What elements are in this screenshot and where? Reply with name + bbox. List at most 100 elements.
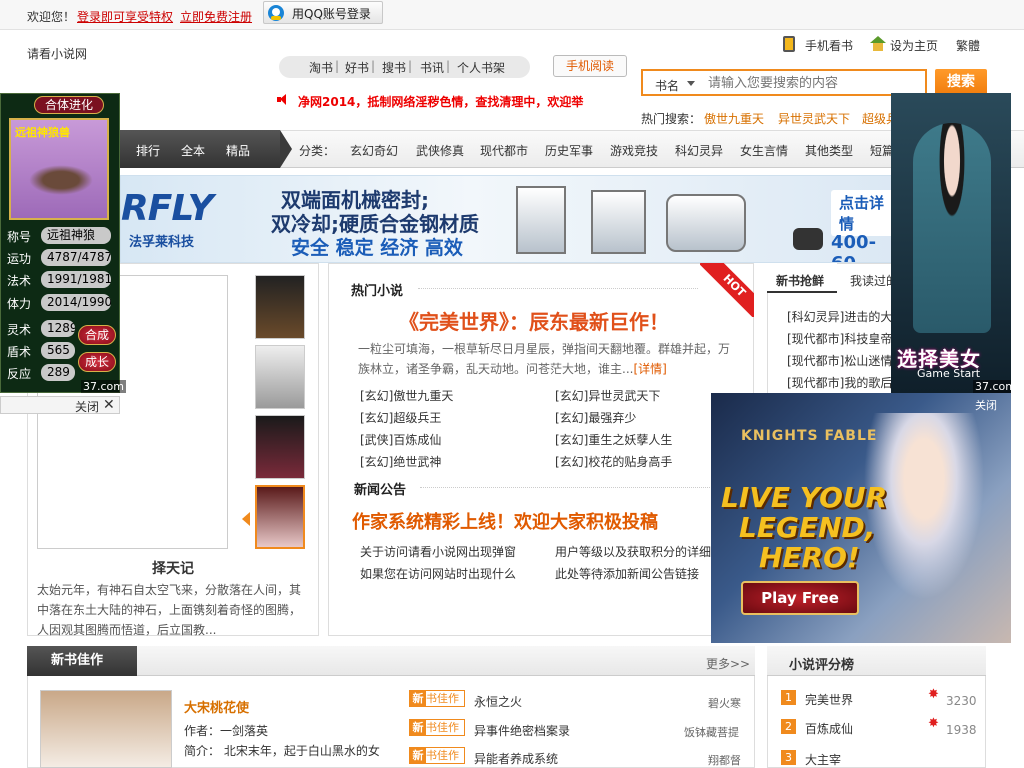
new-book-link[interactable]: [现代都市]科技皇帝 [787, 330, 895, 347]
quick-nav-soushu[interactable]: 搜书 [382, 59, 406, 76]
close-label[interactable]: 关闭 [75, 398, 99, 415]
stat-label: 法术 [7, 274, 32, 288]
qq-login-button[interactable]: 用QQ账号登录 [263, 1, 383, 24]
more-link[interactable]: 更多>> [706, 655, 750, 672]
stat-label: 盾术 [7, 345, 32, 359]
close-icon[interactable]: ✕ [103, 397, 115, 413]
new-book-cover[interactable] [40, 690, 172, 768]
book-thumbnail[interactable] [255, 345, 305, 409]
merge-button[interactable]: 合成 [78, 325, 116, 345]
pet-image: 远祖神狼兽 [9, 118, 109, 220]
hot-novel-link[interactable]: [玄幻]校花的贴身高手 [555, 453, 672, 470]
mobile-read-link[interactable]: 手机看书 [805, 37, 853, 54]
nav-ranking[interactable]: 排行 [136, 142, 160, 159]
stat-value: 1991/1981 [41, 271, 111, 288]
book-thumbnail[interactable] [255, 415, 305, 479]
hot-search-item[interactable]: 异世灵武天下 [778, 110, 850, 127]
nav-category[interactable]: 短篇 [870, 142, 892, 159]
rank-book-link[interactable]: 大主宰 [805, 751, 841, 768]
nav-category[interactable]: 女生言情 [740, 142, 788, 159]
quick-nav-taoshu[interactable]: 淘书 [309, 59, 333, 76]
grow-button[interactable]: 成长 [78, 352, 116, 372]
news-headline[interactable]: 作家系统精彩上线！欢迎大家积极投稿 [352, 508, 712, 534]
chevron-down-icon[interactable] [687, 81, 695, 86]
login-link[interactable]: 登录即可享受特权 [77, 8, 173, 25]
hot-headline[interactable]: 《完美世界》：辰东最新巨作！ [399, 306, 669, 335]
search-button[interactable]: 搜索 [935, 69, 987, 96]
nav-category[interactable]: 科幻灵异 [675, 142, 723, 159]
tab-new-books[interactable]: 新书抢鲜 [776, 272, 824, 289]
hot-search: 热门搜索： [641, 110, 701, 127]
stat-value: 4787/4787 [41, 249, 111, 266]
hot-novel-link[interactable]: [玄幻]重生之妖孽人生 [555, 431, 672, 448]
register-link[interactable]: 立即免费注册 [180, 8, 252, 25]
traditional-chinese-link[interactable]: 繁體 [956, 37, 980, 54]
nav-premium[interactable]: 精品 [226, 142, 250, 159]
news-link[interactable]: 如果您在访问网站时出现什么 [360, 565, 516, 582]
mobile-read-button[interactable]: 手机阅读 [553, 55, 627, 77]
book-thumbnail-selected[interactable] [255, 485, 305, 549]
rank-number: 1 [781, 690, 796, 705]
new-book-link[interactable]: [现代都市]松山迷情 [787, 352, 895, 369]
banner-ad[interactable]: RFLY 法孚莱科技 双端面机械密封; 双冷却;硬质合金钢材质 安全 稳定 经济… [120, 175, 900, 263]
new-book-title[interactable]: 大宋桃花使 [184, 697, 249, 716]
new-books-tab[interactable]: 新书佳作 [27, 646, 137, 676]
new-book-row-title[interactable]: 永恒之火 [474, 693, 522, 710]
notice-text[interactable]: 净网2014，抵制网络淫秽色情，查找清理中，欢迎举 [298, 93, 583, 110]
news-link[interactable]: 用户等级以及获取积分的详细 [555, 543, 711, 560]
news-link[interactable]: 关于访问请看小说网出现弹窗 [360, 543, 516, 560]
game-ad-large[interactable]: KNIGHTS FABLE LIVE YOUR LEGEND, HERO! Pl… [711, 393, 1011, 643]
hot-novel-link[interactable]: [玄幻]最强弃少 [555, 409, 636, 426]
rank-book-link[interactable]: 百炼成仙 [805, 720, 853, 737]
right-float-ad[interactable]: 选择美女 Game Start 37.com [891, 93, 1011, 393]
close-ad-link[interactable]: 关闭 [975, 397, 997, 413]
new-book-link[interactable]: [现代都市]我的歌后 [787, 374, 895, 391]
play-free-button[interactable]: Play Free [741, 581, 859, 615]
game-start-text: Game Start [917, 367, 981, 380]
hot-search-label: 热门搜索： [641, 112, 702, 126]
quick-nav-shuxun[interactable]: 书讯 [420, 59, 444, 76]
nav-category[interactable]: 游戏竞技 [610, 142, 658, 159]
arrow-left-icon[interactable] [242, 512, 250, 526]
stat-value: 289 [41, 364, 75, 381]
nav-category[interactable]: 玄幻奇幻 [350, 142, 398, 159]
news-link[interactable]: 此处等待添加新闻公告链接 [555, 565, 699, 582]
book-thumbnail[interactable] [255, 275, 305, 339]
nav-category[interactable]: 其他类型 [805, 142, 853, 159]
nav-category[interactable]: 历史军事 [545, 142, 593, 159]
qq-icon [268, 5, 284, 21]
hot-search-item[interactable]: 傲世九重天 [704, 110, 764, 127]
hot-novel-link[interactable]: [玄幻]异世灵武天下 [555, 387, 660, 404]
phone-icon [783, 36, 795, 52]
left-float-ad[interactable]: 合体进化 远祖神狼兽 称号 远祖神狼 运功 4787/4787 法术 1991/… [0, 93, 126, 393]
hot-search-item[interactable]: 超级兵 [862, 110, 892, 127]
hot-novel-link[interactable]: [玄幻]超级兵王 [360, 409, 441, 426]
detail-link[interactable]: [详情] [633, 362, 666, 376]
left-ad-close-bar[interactable]: 关闭 ✕ [0, 396, 120, 414]
flame-icon: ✸ [928, 716, 939, 731]
quick-nav-bookshelf[interactable]: 个人书架 [457, 59, 505, 76]
hot-novel-link[interactable]: [武侠]百炼成仙 [360, 431, 441, 448]
ad-header: 合体进化 [34, 96, 104, 114]
new-book-link[interactable]: [科幻灵异]进击的大 [787, 308, 895, 325]
set-home-link[interactable]: 设为主页 [890, 37, 938, 54]
new-book-row-title[interactable]: 异能者养成系统 [474, 750, 558, 767]
machine-image [516, 186, 566, 254]
ad-headline: LIVE YOUR LEGEND, HERO! [721, 481, 888, 574]
search-category-select[interactable]: 书名 [655, 77, 679, 94]
new-book-author: 作者：一剑落英 [184, 724, 269, 738]
hot-novel-link[interactable]: [玄幻]绝世武神 [360, 453, 441, 470]
hot-novel-link[interactable]: [玄幻]傲世九重天 [360, 387, 453, 404]
banner-cta-button[interactable]: 点击详情 [831, 190, 899, 236]
featured-title[interactable]: 择天记 [27, 558, 319, 578]
quick-nav-haoshu[interactable]: 好书 [345, 59, 369, 76]
new-book-row-title[interactable]: 异事件绝密档案录 [474, 722, 570, 739]
search-input[interactable] [708, 74, 918, 92]
nav-category[interactable]: 武侠修真 [416, 142, 464, 159]
new-book-row-author: 饭钵藏菩提 [684, 726, 739, 739]
tab-read-history[interactable]: 我读过的 [850, 272, 892, 289]
nav-complete[interactable]: 全本 [181, 142, 205, 159]
rank-book-link[interactable]: 完美世界 [805, 691, 853, 708]
nav-category[interactable]: 现代都市 [480, 142, 528, 159]
character-image [913, 123, 991, 333]
